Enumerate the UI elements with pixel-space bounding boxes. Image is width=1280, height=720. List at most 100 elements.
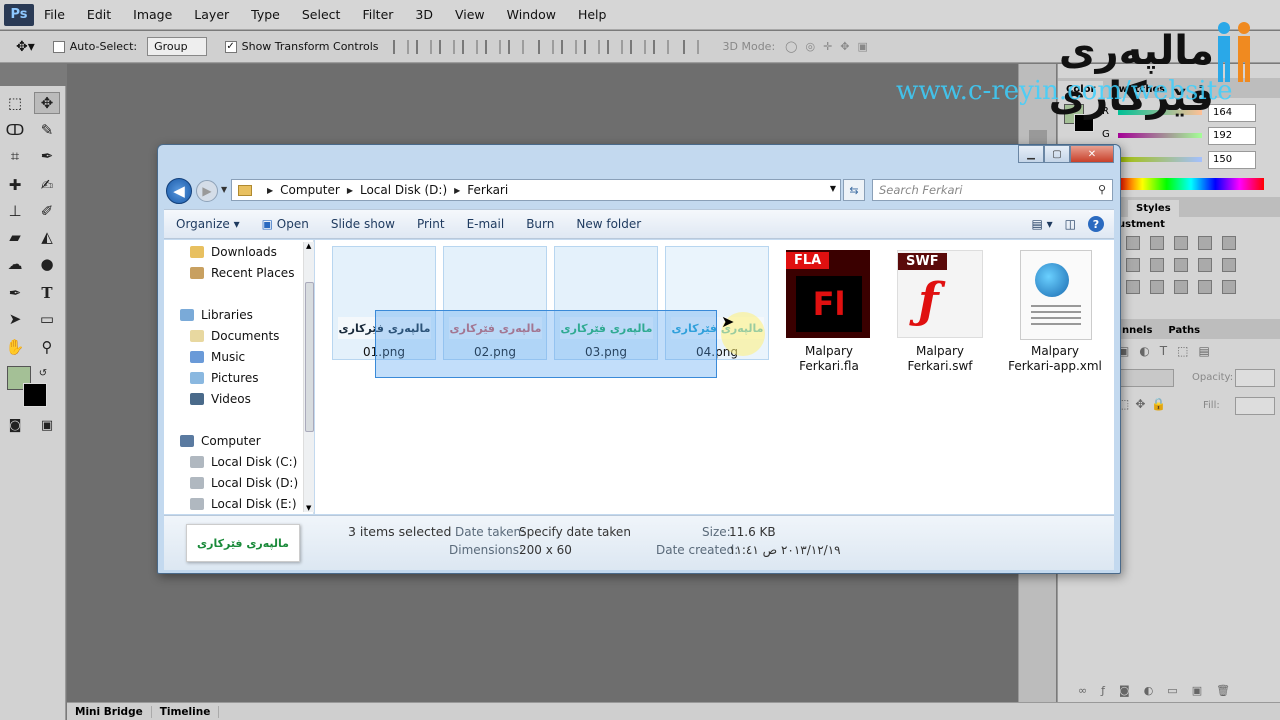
maximize-button[interactable]: ▢ <box>1044 145 1070 163</box>
align-icons[interactable] <box>392 39 524 54</box>
address-dropdown-icon[interactable]: ▼ <box>830 184 836 193</box>
menu-3d[interactable]: 3D <box>415 7 433 22</box>
tab-styles[interactable]: Styles <box>1128 200 1179 217</box>
nav-scroll-thumb[interactable] <box>305 282 314 432</box>
eyedropper-icon[interactable]: ✒ <box>34 145 60 167</box>
move-icon[interactable]: ✥ <box>34 92 60 114</box>
slider-b-value[interactable]: 150 <box>1208 151 1256 169</box>
close-button[interactable]: ✕ <box>1070 145 1114 163</box>
search-input[interactable]: Search Ferkari ⚲ <box>872 179 1113 201</box>
nav-item-pictures[interactable]: Pictures <box>190 371 259 385</box>
slider-g-track[interactable] <box>1118 133 1202 138</box>
stamp-icon[interactable]: ⊥ <box>2 200 28 222</box>
auto-align-icon[interactable] <box>682 39 699 54</box>
breadcrumb-computer[interactable]: Computer <box>280 183 340 197</box>
refresh-icon[interactable]: ⇆ <box>843 179 865 201</box>
menu-view[interactable]: View <box>455 7 485 22</box>
email-button[interactable]: E-mail <box>467 217 505 231</box>
blur-icon[interactable]: ☁ <box>2 253 28 275</box>
menu-image[interactable]: Image <box>133 7 172 22</box>
help-icon[interactable]: ? <box>1088 216 1104 232</box>
healing-icon[interactable]: ✚ <box>2 174 28 196</box>
menu-type[interactable]: Type <box>251 7 280 22</box>
fill-field[interactable] <box>1235 397 1275 415</box>
shape-icon[interactable]: ▭ <box>34 308 60 330</box>
back-button[interactable]: ◀ <box>166 178 192 204</box>
auto-select-checkbox[interactable] <box>52 41 65 53</box>
nav-item-computer[interactable]: Computer <box>180 434 261 448</box>
quick-select-icon[interactable]: ✎ <box>34 119 60 141</box>
forward-button[interactable]: ▶ <box>196 180 218 202</box>
menu-select[interactable]: Select <box>302 7 341 22</box>
scroll-down-icon[interactable]: ▼ <box>306 504 311 512</box>
slider-b-track[interactable] <box>1118 157 1202 162</box>
type-icon[interactable]: T <box>34 282 60 304</box>
slider-b[interactable]: 150 <box>1118 151 1278 171</box>
dock-icon[interactable] <box>1029 130 1047 144</box>
scroll-up-icon[interactable]: ▲ <box>306 242 311 250</box>
opacity-field[interactable] <box>1235 369 1275 387</box>
color-spectrum[interactable] <box>1118 178 1264 190</box>
slider-g[interactable]: G 192 <box>1102 127 1278 147</box>
search-icon[interactable]: ⚲ <box>1098 183 1106 196</box>
change-view-icon[interactable]: ▤ ▾ <box>1031 217 1052 231</box>
paint-bucket-icon[interactable]: ◭ <box>34 226 60 248</box>
3d-mode-icons[interactable]: ◯◎✛✥▣ <box>785 40 876 53</box>
slideshow-button[interactable]: Slide show <box>331 217 395 231</box>
move-tool-icon[interactable]: ✥▾ <box>16 39 35 55</box>
breadcrumb-ferkari[interactable]: Ferkari <box>467 183 508 197</box>
minimize-button[interactable]: ▁ <box>1018 145 1044 163</box>
organize-button[interactable]: Organize ▾ <box>176 217 240 231</box>
address-bar[interactable]: ▶ Computer ▶ Local Disk (D:) ▶ Ferkari ▼ <box>231 179 841 201</box>
chevron-right-icon[interactable]: ▶ <box>454 186 460 195</box>
pen-icon[interactable]: ✒ <box>2 282 28 304</box>
zoom-icon[interactable]: ⚲ <box>34 336 60 358</box>
history-brush-icon[interactable]: ✐ <box>34 200 60 222</box>
nav-item-local-disk-d[interactable]: Local Disk (D:) <box>190 476 298 490</box>
tab-mini-bridge[interactable]: Mini Bridge <box>67 705 152 718</box>
nav-item-documents[interactable]: Documents <box>190 329 279 343</box>
layers-footer-icons[interactable]: ∞ƒ◙◐▭▣🗑 <box>1078 684 1244 697</box>
date-taken-value[interactable]: Specify date taken <box>519 525 631 539</box>
transform-checkbox[interactable]: ✓ <box>224 41 237 53</box>
breadcrumb-local-disk-d[interactable]: Local Disk (D:) <box>360 183 447 197</box>
chevron-right-icon[interactable]: ▶ <box>267 186 273 195</box>
path-select-icon[interactable]: ➤ <box>2 308 28 330</box>
blend-mode-select[interactable] <box>1118 369 1174 387</box>
menu-help[interactable]: Help <box>578 7 607 22</box>
layer-filter-icons[interactable]: ▣◐T⬚▤ <box>1118 344 1220 358</box>
file-item-swf[interactable]: SWF ƒ Malpary Ferkari.swf <box>885 246 995 376</box>
menu-layer[interactable]: Layer <box>194 7 229 22</box>
adjustment-icons[interactable] <box>1126 236 1240 294</box>
transform-option[interactable]: ✓ Show Transform Controls <box>224 40 379 53</box>
tab-timeline[interactable]: Timeline <box>152 705 220 718</box>
nav-item-local-disk-c[interactable]: Local Disk (C:) <box>190 455 297 469</box>
chevron-right-icon[interactable]: ▶ <box>347 186 353 195</box>
preview-pane-icon[interactable]: ◫ <box>1065 217 1076 231</box>
menu-edit[interactable]: Edit <box>87 7 111 22</box>
background-color-swatch[interactable] <box>23 383 47 407</box>
menu-window[interactable]: Window <box>507 7 556 22</box>
group-select[interactable]: Group <box>147 37 207 56</box>
lasso-icon[interactable]: ↀ <box>2 119 28 141</box>
print-button[interactable]: Print <box>417 217 445 231</box>
tab-paths[interactable]: Paths <box>1160 322 1208 339</box>
nav-scrollbar[interactable]: ▲ ▼ <box>303 242 314 512</box>
burn-button[interactable]: Burn <box>526 217 554 231</box>
slider-g-value[interactable]: 192 <box>1208 127 1256 145</box>
eraser-icon[interactable]: ▰ <box>2 226 28 248</box>
nav-item-downloads[interactable]: Downloads <box>190 245 277 259</box>
file-item-fla[interactable]: FLA Fl Malpary Ferkari.fla <box>774 246 884 376</box>
nav-item-local-disk-e[interactable]: Local Disk (E:) <box>190 497 297 511</box>
quick-mask-icon[interactable]: ◙ <box>2 414 28 436</box>
swap-colors-icon[interactable]: ↺ <box>30 362 56 384</box>
nav-item-videos[interactable]: Videos <box>190 392 251 406</box>
nav-item-libraries[interactable]: Libraries <box>180 308 253 322</box>
new-folder-button[interactable]: New folder <box>576 217 641 231</box>
menu-file[interactable]: File <box>44 7 65 22</box>
menu-filter[interactable]: Filter <box>362 7 393 22</box>
marquee-icon[interactable]: ⬚ <box>2 92 28 114</box>
open-button[interactable]: ▣ Open <box>262 217 309 231</box>
nav-item-music[interactable]: Music <box>190 350 245 364</box>
file-item-xml[interactable]: Malpary Ferkari-app.xml <box>996 246 1114 376</box>
